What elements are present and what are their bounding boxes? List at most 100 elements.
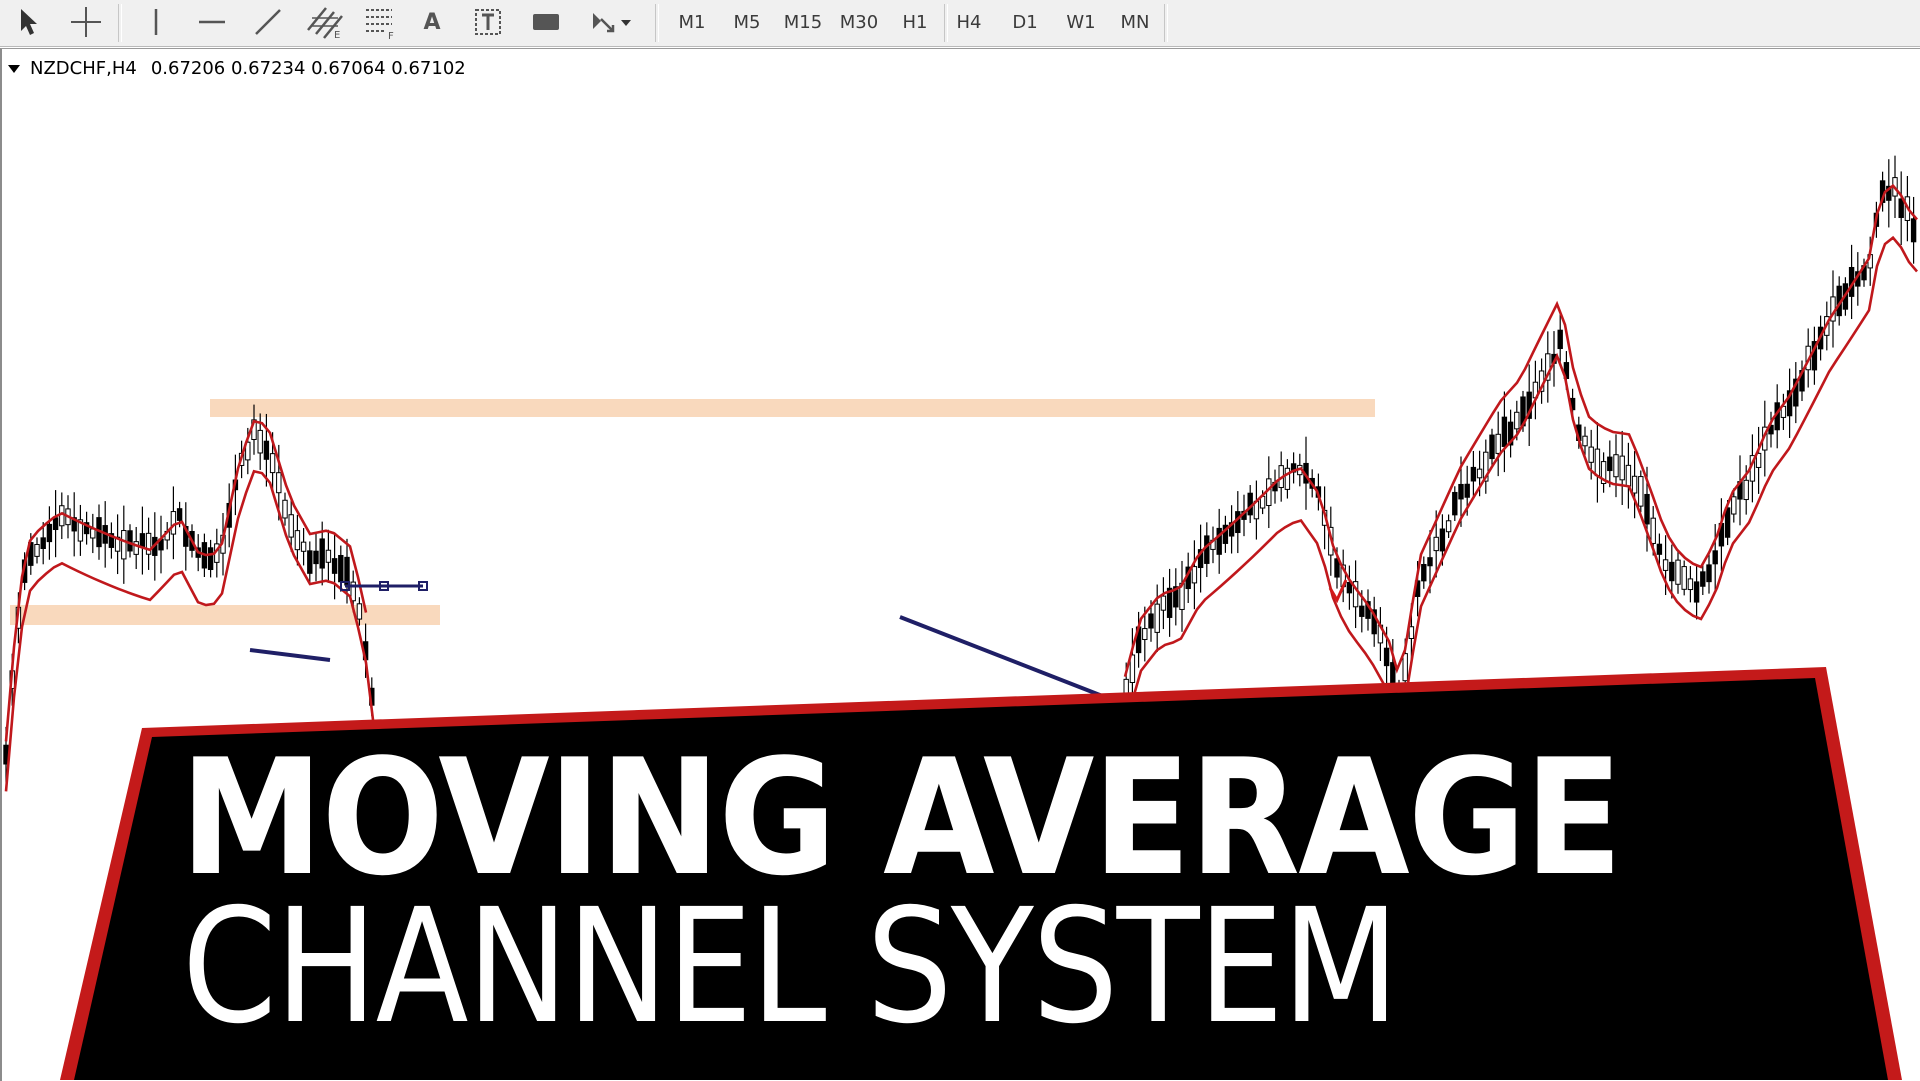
candle-body bbox=[1452, 491, 1458, 516]
candle-body bbox=[139, 533, 146, 548]
candle-body bbox=[1470, 466, 1477, 482]
candle-body bbox=[1439, 528, 1446, 552]
trendline-icon[interactable] bbox=[244, 2, 292, 42]
candle-body bbox=[1383, 647, 1390, 667]
trendline-long bbox=[899, 615, 1106, 699]
candle-body bbox=[269, 453, 276, 474]
cursor-icon[interactable] bbox=[6, 2, 54, 42]
candle-body bbox=[1489, 434, 1495, 460]
candle-body bbox=[1433, 536, 1439, 552]
candle-body bbox=[1644, 493, 1650, 525]
candle-body bbox=[263, 440, 270, 460]
candle-body bbox=[331, 558, 338, 574]
candle-body bbox=[90, 528, 96, 539]
timeframe-h4[interactable]: H4 bbox=[944, 2, 994, 42]
candle-body bbox=[1594, 448, 1601, 477]
text-tool-label: A bbox=[423, 9, 441, 35]
text-label-icon[interactable] bbox=[464, 2, 512, 42]
candle-body bbox=[1191, 566, 1198, 584]
candle-body bbox=[1613, 454, 1619, 478]
candle-body bbox=[1681, 566, 1687, 590]
candlesticks bbox=[3, 155, 1917, 783]
candle-body bbox=[1675, 559, 1681, 585]
candle-body bbox=[1588, 446, 1594, 463]
timeframe-mn[interactable]: MN bbox=[1110, 2, 1160, 42]
timeframe-m30[interactable]: M30 bbox=[834, 2, 884, 42]
candle-body bbox=[1402, 653, 1408, 682]
equidistant-channel-icon[interactable]: E bbox=[300, 2, 348, 42]
candle-body bbox=[1625, 464, 1632, 487]
candle-body bbox=[59, 505, 65, 527]
candle-body bbox=[276, 472, 282, 494]
candle-body bbox=[1706, 564, 1712, 583]
candle-body bbox=[1476, 468, 1483, 479]
candle-body bbox=[1693, 581, 1700, 603]
timeframe-m1[interactable]: M1 bbox=[667, 2, 717, 42]
support-zone bbox=[10, 605, 440, 625]
candle-body bbox=[1148, 613, 1154, 629]
timeframe-d1[interactable]: D1 bbox=[1000, 2, 1050, 42]
candle-body bbox=[288, 514, 294, 538]
candle-body bbox=[1495, 433, 1501, 454]
crosshair-icon[interactable] bbox=[62, 2, 110, 42]
text-icon[interactable]: A bbox=[408, 2, 456, 42]
candle-body bbox=[344, 556, 350, 586]
candle-body bbox=[1142, 628, 1148, 641]
candle-body bbox=[1421, 563, 1427, 582]
candle-body bbox=[1656, 543, 1663, 555]
candle-body bbox=[1607, 456, 1613, 472]
candle-body bbox=[1501, 416, 1508, 447]
candle-body bbox=[1619, 455, 1625, 481]
vertical-line-icon[interactable] bbox=[132, 2, 180, 42]
candle-body bbox=[1284, 467, 1291, 490]
candle-body bbox=[1235, 511, 1241, 534]
candle-body bbox=[1662, 559, 1669, 571]
candle-body bbox=[282, 499, 288, 519]
trendline-short bbox=[249, 648, 331, 662]
rectangle-icon[interactable] bbox=[522, 2, 570, 42]
candle-body bbox=[338, 554, 344, 583]
candle-body bbox=[1582, 435, 1588, 447]
candle-body bbox=[1724, 507, 1731, 538]
candle-body bbox=[1631, 475, 1638, 494]
candle-body bbox=[1712, 550, 1718, 565]
candle-body bbox=[1898, 198, 1904, 218]
candle-body bbox=[207, 547, 214, 571]
candle-body bbox=[313, 550, 319, 565]
candle-body bbox=[1396, 693, 1402, 710]
candle-body bbox=[1700, 571, 1706, 587]
candle-body bbox=[294, 530, 301, 551]
candle-body bbox=[356, 603, 363, 620]
timeframe-h1[interactable]: H1 bbox=[890, 2, 940, 42]
candle-body bbox=[1160, 595, 1167, 611]
fibonacci-icon[interactable]: F bbox=[356, 2, 404, 42]
timeframe-m5[interactable]: M5 bbox=[722, 2, 772, 42]
candle-body bbox=[1464, 483, 1470, 498]
candle-body bbox=[1123, 678, 1129, 704]
candle-body bbox=[319, 538, 325, 569]
toolbar: E F A M1 M5 M15 M30 H1 H4 D1 W1 MN bbox=[0, 0, 1920, 47]
candle-body bbox=[46, 523, 53, 543]
arrows-dropdown-icon[interactable] bbox=[580, 2, 640, 42]
candle-body bbox=[1638, 476, 1644, 507]
candle-body bbox=[1427, 557, 1433, 567]
candle-body bbox=[52, 517, 59, 531]
candle-body bbox=[1557, 329, 1563, 350]
horizontal-line-icon[interactable] bbox=[188, 2, 236, 42]
timeframe-m15[interactable]: M15 bbox=[778, 2, 828, 42]
candle-body bbox=[1514, 411, 1520, 430]
candle-body bbox=[1445, 520, 1452, 533]
timeframe-w1[interactable]: W1 bbox=[1056, 2, 1106, 42]
banner-title-line2: CHANNEL SYSTEM bbox=[182, 875, 1399, 1059]
candle-body bbox=[1731, 496, 1737, 515]
candle-body bbox=[1154, 603, 1160, 633]
candle-body bbox=[1910, 218, 1917, 243]
candle-body bbox=[34, 543, 40, 557]
candle-body bbox=[1204, 535, 1210, 564]
candle-body bbox=[170, 511, 177, 535]
candle-body bbox=[1687, 578, 1694, 591]
candle-body bbox=[176, 508, 183, 521]
candle-body bbox=[1669, 561, 1675, 582]
candle-body bbox=[40, 537, 46, 550]
candle-body bbox=[307, 550, 313, 574]
